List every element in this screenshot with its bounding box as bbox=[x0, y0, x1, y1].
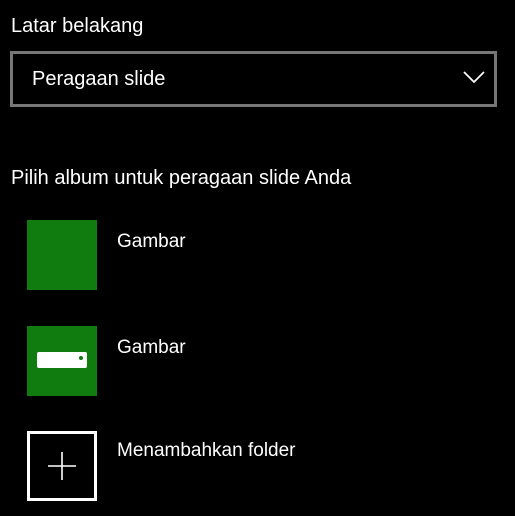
media-icon-dot bbox=[79, 356, 83, 360]
media-icon bbox=[37, 352, 87, 368]
album-section-heading: Pilih album untuk peragaan slide Anda bbox=[11, 167, 352, 189]
add-folder-label[interactable]: Menambahkan folder bbox=[117, 439, 296, 463]
chevron-down-icon bbox=[463, 71, 485, 84]
add-folder-button[interactable] bbox=[27, 431, 97, 501]
plus-icon bbox=[48, 452, 76, 480]
background-dropdown-value: Peragaan slide bbox=[32, 68, 166, 90]
album-label-pictures-2[interactable]: Gambar bbox=[117, 336, 186, 360]
album-tile-pictures[interactable] bbox=[27, 220, 97, 290]
album-label-pictures[interactable]: Gambar bbox=[117, 230, 186, 254]
album-tile-pictures-2[interactable] bbox=[27, 326, 97, 396]
background-label: Latar belakang bbox=[11, 15, 144, 37]
background-dropdown[interactable]: Peragaan slide bbox=[10, 51, 497, 107]
lock-screen-background-settings: Latar belakang Peragaan slide Pilih albu… bbox=[0, 0, 515, 516]
